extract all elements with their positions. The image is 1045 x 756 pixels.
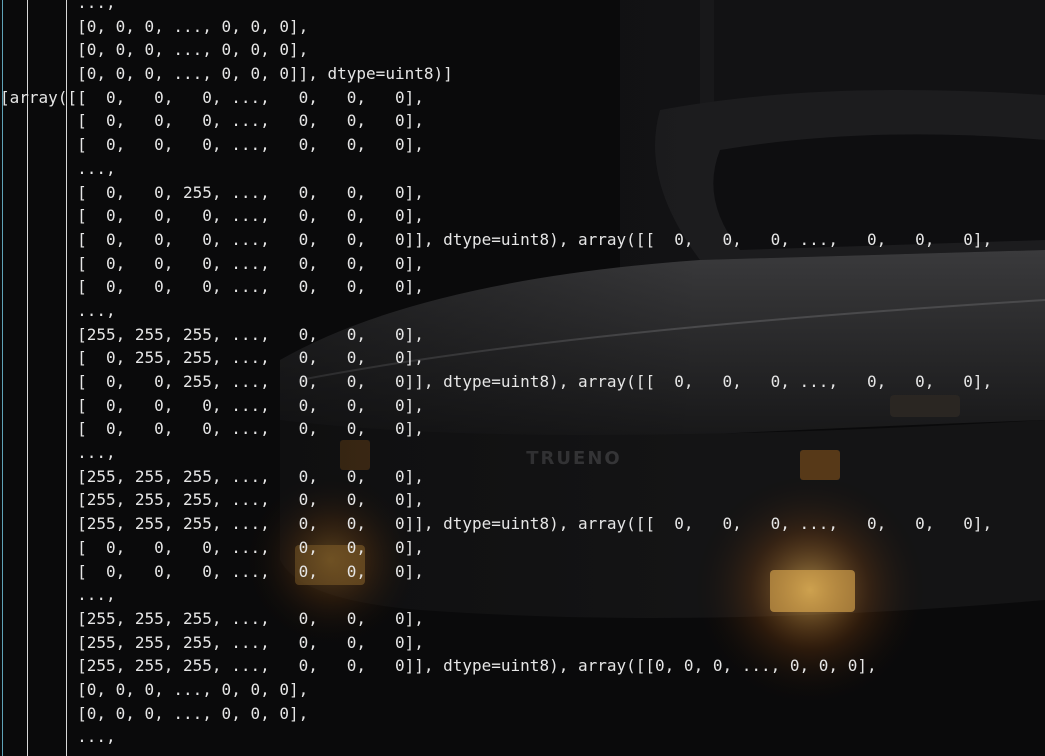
output-line: ..., <box>0 300 116 320</box>
output-line: [ 0, 0, 255, ..., 0, 0, 0]], dtype=uint8… <box>0 372 993 391</box>
output-line: ..., <box>0 0 116 12</box>
output-line: [0, 0, 0, ..., 0, 0, 0], <box>0 16 309 36</box>
output-line: [ 0, 0, 0, ..., 0, 0, 0], <box>0 395 424 415</box>
output-line: [0, 0, 0, ..., 0, 0, 0], <box>0 703 309 723</box>
output-line: [255, 255, 255, ..., 0, 0, 0], <box>0 632 424 652</box>
output-line: [ 0, 255, 255, ..., 0, 0, 0], <box>0 348 424 368</box>
output-line: [255, 255, 255, ..., 0, 0, 0], <box>0 466 424 486</box>
output-line: [ 0, 0, 0, ..., 0, 0, 0], <box>0 253 424 273</box>
output-line: [ 0, 0, 0, ..., 0, 0, 0], <box>0 537 424 557</box>
output-line: [array([[ 0, 0, 0, ..., 0, 0, 0], <box>0 87 424 107</box>
output-line: [ 0, 0, 0, ..., 0, 0, 0], <box>0 111 424 131</box>
output-line: [ 0, 0, 0, ..., 0, 0, 0], <box>0 561 424 581</box>
output-line: ..., <box>0 158 116 178</box>
output-line: [ 0, 0, 0, ..., 0, 0, 0]], dtype=uint8),… <box>0 229 993 249</box>
output-line: [0, 0, 0, ..., 0, 0, 0]], dtype=uint8)] <box>0 64 453 84</box>
output-line: [ 0, 0, 0, ..., 0, 0, 0], <box>0 206 424 226</box>
output-line: [ 0, 0, 255, ..., 0, 0, 0], <box>0 182 424 202</box>
output-line: [255, 255, 255, ..., 0, 0, 0]], dtype=ui… <box>0 514 993 534</box>
output-line: ..., <box>0 443 116 463</box>
output-line: [255, 255, 255, ..., 0, 0, 0], <box>0 324 424 344</box>
output-line: [255, 255, 255, ..., 0, 0, 0], <box>0 490 424 510</box>
output-line: [ 0, 0, 0, ..., 0, 0, 0], <box>0 277 424 297</box>
output-line: ..., <box>0 585 116 605</box>
console-output[interactable]: ..., [0, 0, 0, ..., 0, 0, 0], [0, 0, 0, … <box>0 0 1045 756</box>
output-line: [255, 255, 255, ..., 0, 0, 0], <box>0 608 424 628</box>
output-line: [ 0, 0, 0, ..., 0, 0, 0], <box>0 135 424 155</box>
output-line: [255, 255, 255, ..., 0, 0, 0]], dtype=ui… <box>0 656 877 676</box>
output-line: [0, 0, 0, ..., 0, 0, 0], <box>0 40 309 60</box>
output-line: [ 0, 0, 0, ..., 0, 0, 0], <box>0 419 424 439</box>
terminal-window[interactable]: TRUENO ..., [0, 0, 0, ..., 0, 0, 0], [0,… <box>0 0 1045 756</box>
output-line: [0, 0, 0, ..., 0, 0, 0], <box>0 679 309 699</box>
output-line: ..., <box>0 727 116 747</box>
